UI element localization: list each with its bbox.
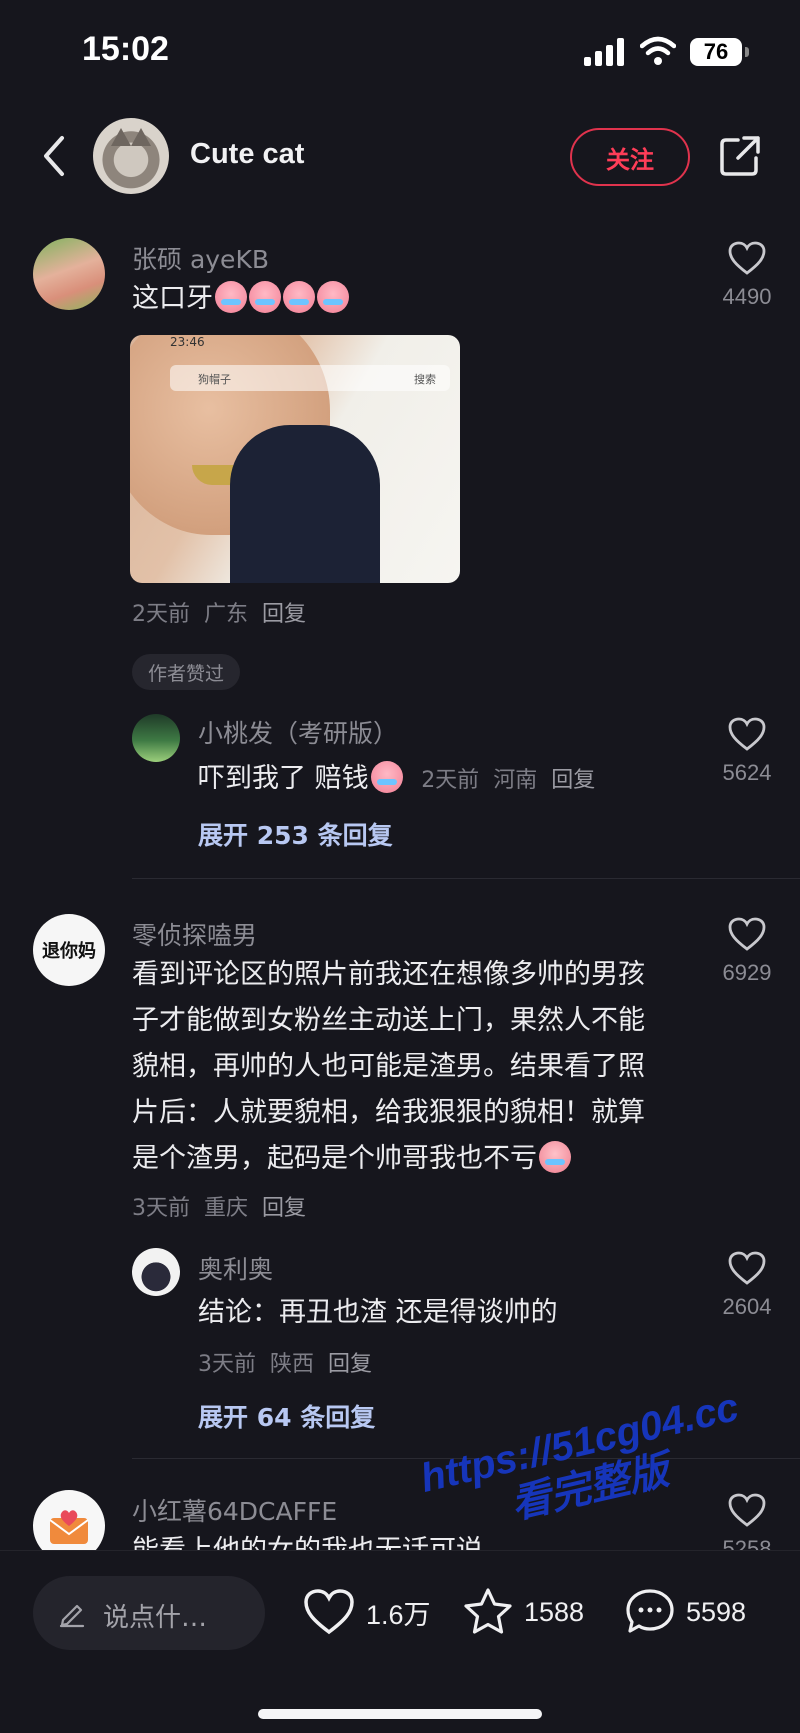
reply-button[interactable]: 回复 (328, 1352, 372, 1377)
emoji-icon (370, 761, 403, 793)
comment-text: 能看上他的女的我也无话可说 (132, 1528, 483, 1550)
star-icon (464, 1588, 512, 1634)
expand-replies-button[interactable]: 展开 64 条回复 (198, 1398, 375, 1434)
like-button[interactable]: 5624 (705, 716, 789, 786)
comment-location: 广东 (204, 602, 249, 627)
comment-time: 3天前 (132, 1196, 190, 1221)
avatar[interactable] (132, 714, 180, 762)
comment-text: 看到评论区的照片前我还在想像多帅的男孩 子才能做到女粉丝主动送上门，果然人不能 … (132, 952, 692, 1182)
comment-text-line: 片后：人就要貌相，给我狠狠的貌相！就算 (132, 1097, 645, 1128)
status-bar: 15:02 76 (0, 0, 800, 100)
like-button[interactable]: 6929 (705, 916, 789, 986)
like-count: 1.6万 (366, 1599, 431, 1630)
page-title[interactable]: Cute cat (190, 138, 304, 171)
comment-author[interactable]: 小红薯64DCAFFE (132, 1492, 337, 1528)
like-count: 5258 (722, 1536, 772, 1550)
follow-button[interactable]: 关注 (570, 128, 690, 186)
comment-location: 重庆 (204, 1196, 249, 1221)
heart-icon (304, 1589, 354, 1635)
avatar[interactable]: 退你妈 (33, 914, 105, 986)
avatar[interactable] (93, 118, 169, 194)
comment-count: 5598 (686, 1596, 747, 1627)
image-search-text: 狗帽子 (198, 373, 231, 386)
divider (132, 1458, 800, 1459)
comment-list: 张硕 ayeKB 这口牙 4490 23:46 狗帽子 搜索 2天前 广东 回复… (0, 220, 800, 1550)
envelope-heart-icon (49, 1510, 89, 1544)
emoji-icon (317, 281, 349, 313)
reply-meta: 2天前 河南 回复 (421, 768, 595, 793)
comment-author[interactable]: 零侦探嗑男 (132, 916, 257, 952)
reply-button[interactable]: 回复 (551, 768, 595, 793)
comment-author[interactable]: 张硕 ayeKB (132, 240, 269, 276)
heart-icon (728, 241, 766, 275)
emoji-icon (283, 281, 315, 313)
emoji-icon (249, 281, 281, 313)
wifi-icon (640, 36, 676, 65)
battery-indicator: 76 (690, 38, 749, 66)
heart-icon (728, 1493, 766, 1527)
share-icon[interactable] (718, 134, 762, 178)
heart-icon (728, 1251, 766, 1285)
comment-time: 2天前 (132, 602, 190, 627)
comment-meta: 2天前 广东 回复 (132, 596, 306, 628)
reply-author[interactable]: 小桃发（考研版） (198, 714, 398, 750)
heart-icon (728, 917, 766, 951)
avatar[interactable] (33, 1490, 105, 1550)
comment-meta: 3天前 重庆 回复 (132, 1190, 306, 1222)
reply-meta: 3天前 陕西 回复 (198, 1346, 372, 1378)
comment-text: 这口牙 (132, 276, 349, 322)
image-time: 23:46 (170, 335, 205, 349)
like-count: 5624 (722, 760, 772, 785)
reply-text-content: 吓到我了 赔钱 (198, 763, 369, 794)
avatar-text: 退你妈 (42, 941, 96, 962)
like-count: 4490 (722, 284, 772, 309)
avatar[interactable] (132, 1248, 180, 1296)
reply-text: 吓到我了 赔钱 2天前 河南 回复 (198, 756, 595, 804)
reply-text: 结论：再丑也渣 还是得谈帅的 (198, 1297, 558, 1328)
status-time: 15:02 (82, 30, 169, 68)
signal-icon (584, 38, 626, 66)
author-liked-badge: 作者赞过 (132, 654, 240, 690)
comment-text-line: 看到评论区的照片前我还在想像多帅的男孩 (132, 959, 645, 990)
shirt-shape (230, 425, 380, 583)
divider (132, 878, 800, 879)
comment-action[interactable]: 5598 (624, 1587, 746, 1637)
like-button[interactable]: 2604 (705, 1250, 789, 1320)
favorite-count: 1588 (524, 1596, 585, 1627)
comment-text-content: 这口牙 (132, 283, 213, 314)
expand-replies-button[interactable]: 展开 253 条回复 (198, 816, 393, 852)
back-arrow-icon[interactable] (36, 134, 72, 178)
like-count: 2604 (722, 1294, 772, 1319)
comment-bubble-icon (626, 1589, 674, 1633)
heart-icon (728, 717, 766, 751)
favorite-action[interactable]: 1588 (462, 1587, 584, 1637)
comment-input[interactable]: 说点什… (33, 1576, 265, 1650)
reply-author[interactable]: 奥利奥 (198, 1250, 273, 1286)
reply-button[interactable]: 回复 (262, 602, 306, 627)
reply-location: 陕西 (270, 1352, 315, 1377)
input-placeholder: 说点什… (103, 1603, 208, 1633)
reply-time: 2天前 (421, 768, 480, 793)
like-button[interactable]: 5258 (705, 1492, 789, 1550)
bottom-bar: 说点什… 1.6万 1588 5598 (0, 1550, 800, 1733)
home-indicator[interactable] (258, 1709, 542, 1719)
reply-button[interactable]: 回复 (262, 1196, 306, 1221)
crying-emoji-icon (539, 1141, 571, 1173)
emoji-icon (215, 281, 247, 313)
comment-text-line: 是个渣男，起码是个帅哥我也不亏 (132, 1143, 537, 1174)
comment-text-line: 子才能做到女粉丝主动送上门，果然人不能 (132, 1005, 645, 1036)
reply-location: 河南 (493, 768, 538, 793)
reply-time: 3天前 (198, 1352, 256, 1377)
header: Cute cat 关注 (0, 110, 800, 200)
pen-icon (59, 1604, 85, 1628)
comment-text-line: 貌相，再帅的人也可能是渣男。结果看了照 (132, 1051, 645, 1082)
like-button[interactable]: 4490 (705, 240, 789, 310)
image-search-button: 搜索 (414, 373, 436, 386)
avatar[interactable] (33, 238, 105, 310)
like-count: 6929 (722, 960, 772, 985)
comment-image[interactable]: 23:46 狗帽子 搜索 (130, 335, 460, 583)
like-action[interactable]: 1.6万 (302, 1587, 431, 1637)
